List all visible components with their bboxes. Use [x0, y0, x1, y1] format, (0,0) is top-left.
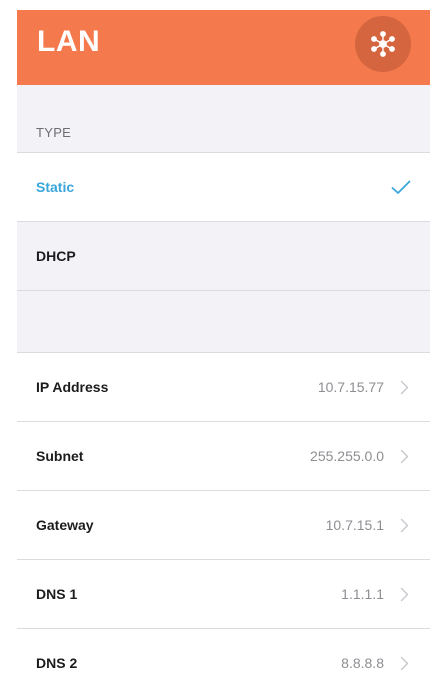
network-hub-icon: [371, 31, 395, 57]
lan-settings-screen: LAN TYPE Static DHCP IP Address 10.7.15.…: [0, 0, 430, 688]
chevron-right-icon: [400, 656, 409, 671]
setting-row-ip-address[interactable]: IP Address 10.7.15.77: [17, 353, 430, 422]
type-section-header: TYPE: [17, 85, 430, 153]
section-spacer: [17, 291, 430, 353]
chevron-right-icon: [400, 518, 409, 533]
type-option-dhcp[interactable]: DHCP: [17, 222, 430, 291]
type-section-label: TYPE: [36, 125, 72, 140]
setting-row-gateway[interactable]: Gateway 10.7.15.1: [17, 491, 430, 560]
type-option-label: Static: [36, 179, 75, 195]
checkmark-icon: [391, 180, 411, 194]
setting-row-dns-2[interactable]: DNS 2 8.8.8.8: [17, 629, 430, 688]
setting-label: DNS 2: [36, 655, 78, 671]
setting-value: 10.7.15.1: [325, 517, 384, 533]
network-hub-button[interactable]: [355, 16, 411, 72]
type-option-label: DHCP: [36, 248, 76, 264]
setting-label: DNS 1: [36, 586, 78, 602]
chevron-right-icon: [400, 587, 409, 602]
setting-row-subnet[interactable]: Subnet 255.255.0.0: [17, 422, 430, 491]
setting-label: IP Address: [36, 379, 109, 395]
setting-row-dns-1[interactable]: DNS 1 1.1.1.1: [17, 560, 430, 629]
setting-value: 10.7.15.77: [317, 379, 384, 395]
page-title: LAN: [37, 25, 101, 58]
setting-value: 255.255.0.0: [310, 448, 384, 464]
setting-value: 8.8.8.8: [341, 655, 384, 671]
setting-value: 1.1.1.1: [341, 586, 384, 602]
type-option-static[interactable]: Static: [17, 153, 430, 222]
app-header: LAN: [17, 10, 430, 85]
settings-list: TYPE Static DHCP IP Address 10.7.15.77 S…: [17, 85, 430, 688]
setting-label: Subnet: [36, 448, 84, 464]
setting-label: Gateway: [36, 517, 94, 533]
chevron-right-icon: [400, 449, 409, 464]
chevron-right-icon: [400, 380, 409, 395]
